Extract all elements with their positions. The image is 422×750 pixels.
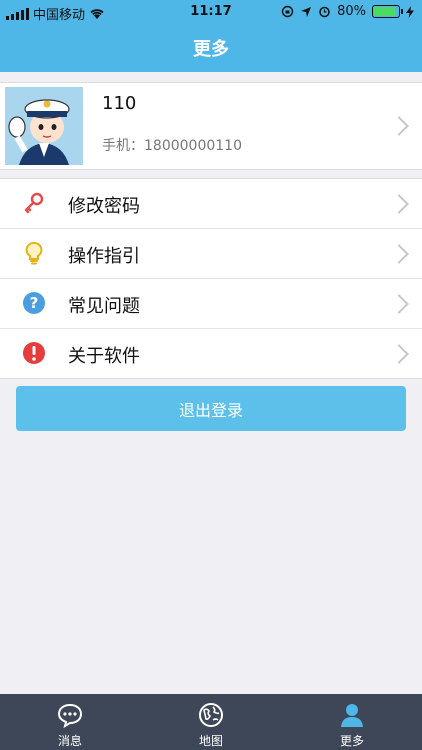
chevron-right-icon [389,344,409,364]
tab-messages[interactable]: 消息 [0,694,140,750]
menu-item-about[interactable]: 关于软件 [0,329,422,378]
message-icon [57,703,83,728]
profile-card[interactable]: 110 手机：18000000110 [0,82,422,170]
help-icon: ? [23,292,45,314]
menu-item-label: 修改密码 [68,196,140,217]
menu-item-faq[interactable]: ? 常见问题 [0,279,422,329]
top-bar: 中国移动 11:17 80% 更多 [0,0,422,72]
globe-icon [199,703,223,727]
tab-label: 更多 [339,734,364,748]
location-icon [301,6,312,17]
chevron-right-icon [389,294,409,314]
logout-button[interactable]: 退出登录 [16,386,406,431]
tab-label: 地图 [198,734,223,748]
tab-bar: 消息 地图 更多 [0,694,422,750]
info-icon [23,342,45,364]
charging-icon [406,5,414,18]
page-title: 更多 [193,39,229,60]
menu-item-label: 关于软件 [68,346,140,367]
chevron-right-icon [389,116,409,136]
tab-more[interactable]: 更多 [282,694,422,750]
chevron-right-icon [389,194,409,214]
menu-item-change-password[interactable]: 修改密码 [0,179,422,229]
svg-text:?: ? [30,294,39,312]
tab-label: 消息 [57,734,82,748]
profile-name: 110 [102,93,137,114]
user-icon [341,704,363,727]
battery-percent: 80% [337,4,366,19]
chevron-right-icon [389,244,409,264]
alarm-icon [319,6,330,18]
menu-item-guide[interactable]: 操作指引 [0,229,422,279]
tab-map[interactable]: 地图 [141,694,281,750]
profile-phone: 手机：18000000110 [102,138,242,154]
key-icon [24,192,44,214]
battery-icon [372,5,403,18]
rotation-lock-icon [281,5,294,18]
lightbulb-icon [25,242,43,265]
police-avatar-icon [5,87,83,165]
settings-menu: 修改密码 操作指引 ? 常见问题 关于软件 [0,178,422,379]
menu-item-label: 常见问题 [68,296,140,317]
avatar [5,87,83,165]
menu-item-label: 操作指引 [68,246,140,267]
status-bar: 中国移动 11:17 80% [0,0,422,24]
